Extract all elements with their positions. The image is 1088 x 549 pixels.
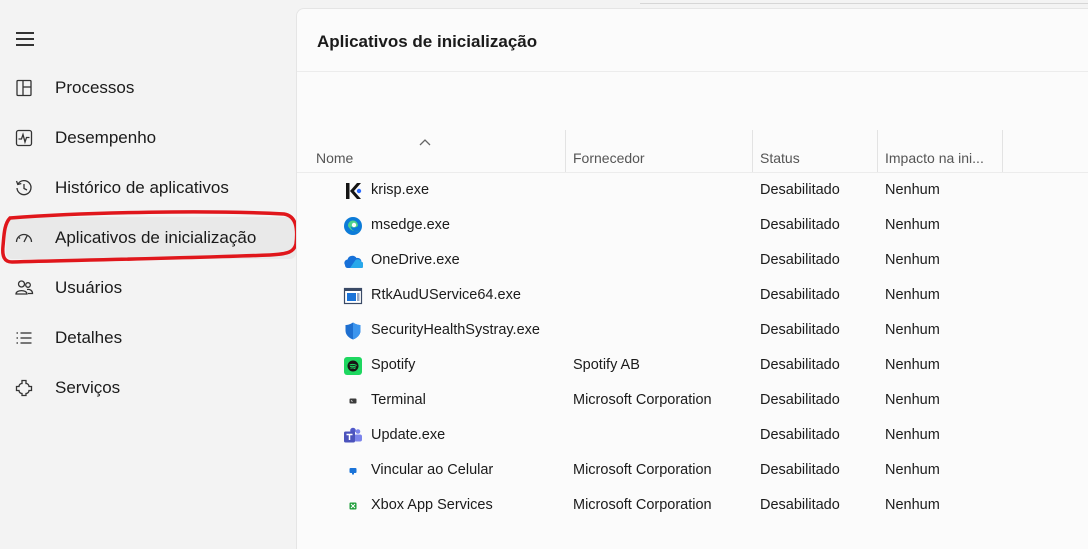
processes-icon (14, 78, 34, 98)
cell-vendor: Spotify AB (573, 357, 640, 373)
cell-name: Spotify (371, 357, 416, 373)
sidebar-item-processos[interactable]: Processos (6, 67, 296, 109)
cell-name: SecurityHealthSystray.exe (371, 322, 540, 338)
sidebar-item-label: Histórico de aplicativos (55, 178, 229, 197)
cell-impact: Nenhum (885, 217, 940, 233)
cell-name: Terminal (371, 392, 426, 408)
column-header-status[interactable]: Status (760, 150, 800, 166)
cell-impact: Nenhum (885, 427, 940, 443)
divider (297, 71, 1088, 72)
table-row[interactable]: Update.exe Desabilitado Nenhum (297, 418, 1088, 453)
cell-status: Desabilitado (760, 357, 840, 373)
services-icon (14, 378, 34, 398)
cell-vendor: Microsoft Corporation (573, 392, 712, 408)
table-row[interactable]: OneDrive.exe Desabilitado Nenhum (297, 243, 1088, 278)
xbox-icon (343, 496, 363, 516)
cell-name: krisp.exe (371, 182, 430, 198)
realtek-icon (343, 286, 363, 306)
cell-impact: Nenhum (885, 182, 940, 198)
cell-name: Update.exe (371, 427, 446, 443)
sidebar-item-usuarios[interactable]: Usuários (6, 267, 296, 309)
cell-status: Desabilitado (760, 392, 840, 408)
onedrive-icon (343, 251, 363, 271)
sidebar-item-inicializacao[interactable]: Aplicativos de inicialização (6, 217, 296, 259)
cell-vendor: Microsoft Corporation (573, 497, 712, 513)
sidebar-item-label: Usuários (55, 278, 123, 297)
table-row[interactable]: Spotify Spotify AB Desabilitado Nenhum (297, 348, 1088, 383)
sidebar: Processos Desempenho Histórico de aplica… (0, 0, 299, 538)
edge-icon (343, 216, 363, 236)
table-row[interactable]: SecurityHealthSystray.exe Desabilitado N… (297, 313, 1088, 348)
table-row[interactable]: Vincular ao Celular Microsoft Corporatio… (297, 453, 1088, 488)
cell-impact: Nenhum (885, 497, 940, 513)
cell-status: Desabilitado (760, 322, 840, 338)
column-separator[interactable] (877, 130, 878, 172)
performance-icon (14, 128, 34, 148)
table-row[interactable]: RtkAudUService64.exe Desabilitado Nenhum (297, 278, 1088, 313)
sidebar-item-label: Serviços (55, 378, 121, 397)
krisp-icon (343, 181, 363, 201)
shield-icon (343, 321, 363, 341)
column-separator[interactable] (1002, 130, 1003, 172)
cell-status: Desabilitado (760, 287, 840, 303)
sidebar-item-label: Desempenho (55, 128, 157, 147)
cell-impact: Nenhum (885, 357, 940, 373)
sidebar-item-historico[interactable]: Histórico de aplicativos (6, 167, 296, 209)
teams-icon (343, 426, 363, 446)
cell-vendor: Microsoft Corporation (573, 462, 712, 478)
spotify-icon (343, 356, 363, 376)
startup-apps-panel: Aplicativos de inicialização Nome Fornec… (296, 8, 1088, 549)
history-icon (14, 178, 34, 198)
window-top-edge (640, 0, 1088, 4)
table-row[interactable]: krisp.exe Desabilitado Nenhum (297, 173, 1088, 208)
cell-status: Desabilitado (760, 182, 840, 198)
cell-name: OneDrive.exe (371, 252, 460, 268)
details-icon (14, 328, 34, 348)
cell-name: msedge.exe (371, 217, 450, 233)
sidebar-item-label: Detalhes (55, 328, 123, 347)
users-icon (14, 278, 34, 298)
sidebar-item-detalhes[interactable]: Detalhes (6, 317, 296, 359)
sort-ascending-icon (419, 139, 431, 146)
sidebar-item-servicos[interactable]: Serviços (6, 367, 296, 409)
column-separator[interactable] (565, 130, 566, 172)
cell-status: Desabilitado (760, 217, 840, 233)
cell-status: Desabilitado (760, 497, 840, 513)
cell-name: RtkAudUService64.exe (371, 287, 521, 303)
column-header-impacto[interactable]: Impacto na ini... (885, 150, 984, 166)
column-header-nome[interactable]: Nome (316, 150, 353, 166)
sidebar-item-label: Aplicativos de inicialização (55, 228, 257, 247)
sidebar-item-label: Processos (55, 78, 135, 97)
cell-impact: Nenhum (885, 287, 940, 303)
table-row[interactable]: Xbox App Services Microsoft Corporation … (297, 488, 1088, 523)
hamburger-menu-icon[interactable] (14, 28, 36, 48)
column-separator[interactable] (752, 130, 753, 172)
cell-impact: Nenhum (885, 462, 940, 478)
sidebar-item-desempenho[interactable]: Desempenho (6, 117, 296, 159)
table-row[interactable]: msedge.exe Desabilitado Nenhum (297, 208, 1088, 243)
phone-link-icon (343, 461, 363, 481)
terminal-icon (343, 391, 363, 411)
cell-impact: Nenhum (885, 252, 940, 268)
cell-impact: Nenhum (885, 392, 940, 408)
table-row[interactable]: Terminal Microsoft Corporation Desabilit… (297, 383, 1088, 418)
cell-status: Desabilitado (760, 427, 840, 443)
cell-status: Desabilitado (760, 462, 840, 478)
cell-name: Xbox App Services (371, 497, 493, 513)
cell-status: Desabilitado (760, 252, 840, 268)
page-title: Aplicativos de inicialização (317, 32, 538, 51)
cell-impact: Nenhum (885, 322, 940, 338)
column-header-fornecedor[interactable]: Fornecedor (573, 150, 645, 166)
startup-icon (14, 228, 34, 248)
cell-name: Vincular ao Celular (371, 462, 494, 478)
